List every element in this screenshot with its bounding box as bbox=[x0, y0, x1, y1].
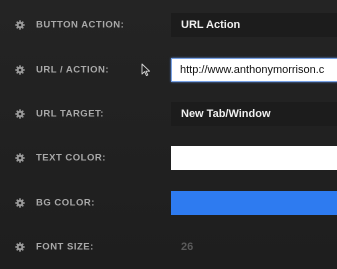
mouse-pointer-icon bbox=[141, 63, 151, 77]
url-input-value: http://www.anthonymorrison.c bbox=[180, 64, 325, 76]
font-size-row: FONT SIZE: 26 bbox=[0, 225, 337, 269]
bg-color-label: BG COLOR: bbox=[36, 197, 95, 209]
url-target-label: URL TARGET: bbox=[36, 108, 104, 120]
gear-icon bbox=[15, 65, 25, 75]
text-color-row: TEXT COLOR: bbox=[0, 136, 337, 180]
gear-icon bbox=[15, 198, 25, 208]
text-color-swatch[interactable] bbox=[171, 146, 337, 170]
button-settings-panel: BUTTON ACTION: URL Action URL / ACTION: … bbox=[0, 0, 337, 269]
url-input[interactable]: http://www.anthonymorrison.c bbox=[171, 58, 337, 82]
font-size-value: 26 bbox=[181, 241, 194, 253]
text-color-label: TEXT COLOR: bbox=[36, 152, 106, 164]
url-action-row: URL / ACTION: http://www.anthonymorrison… bbox=[0, 48, 337, 92]
button-action-row: BUTTON ACTION: URL Action bbox=[0, 3, 337, 47]
url-target-select[interactable]: New Tab/Window bbox=[171, 102, 337, 126]
font-size-label: FONT SIZE: bbox=[36, 241, 94, 253]
url-target-row: URL TARGET: New Tab/Window bbox=[0, 92, 337, 136]
bg-color-swatch[interactable] bbox=[171, 191, 337, 215]
button-action-select[interactable]: URL Action bbox=[171, 13, 337, 37]
url-action-label: URL / ACTION: bbox=[36, 64, 109, 76]
button-action-value: URL Action bbox=[181, 19, 241, 31]
gear-icon bbox=[15, 20, 25, 30]
button-action-label: BUTTON ACTION: bbox=[36, 19, 125, 31]
gear-icon bbox=[15, 242, 25, 252]
bg-color-row: BG COLOR: bbox=[0, 181, 337, 225]
gear-icon bbox=[15, 153, 25, 163]
font-size-input[interactable]: 26 bbox=[171, 235, 337, 259]
gear-icon bbox=[15, 109, 25, 119]
url-target-value: New Tab/Window bbox=[181, 108, 271, 120]
